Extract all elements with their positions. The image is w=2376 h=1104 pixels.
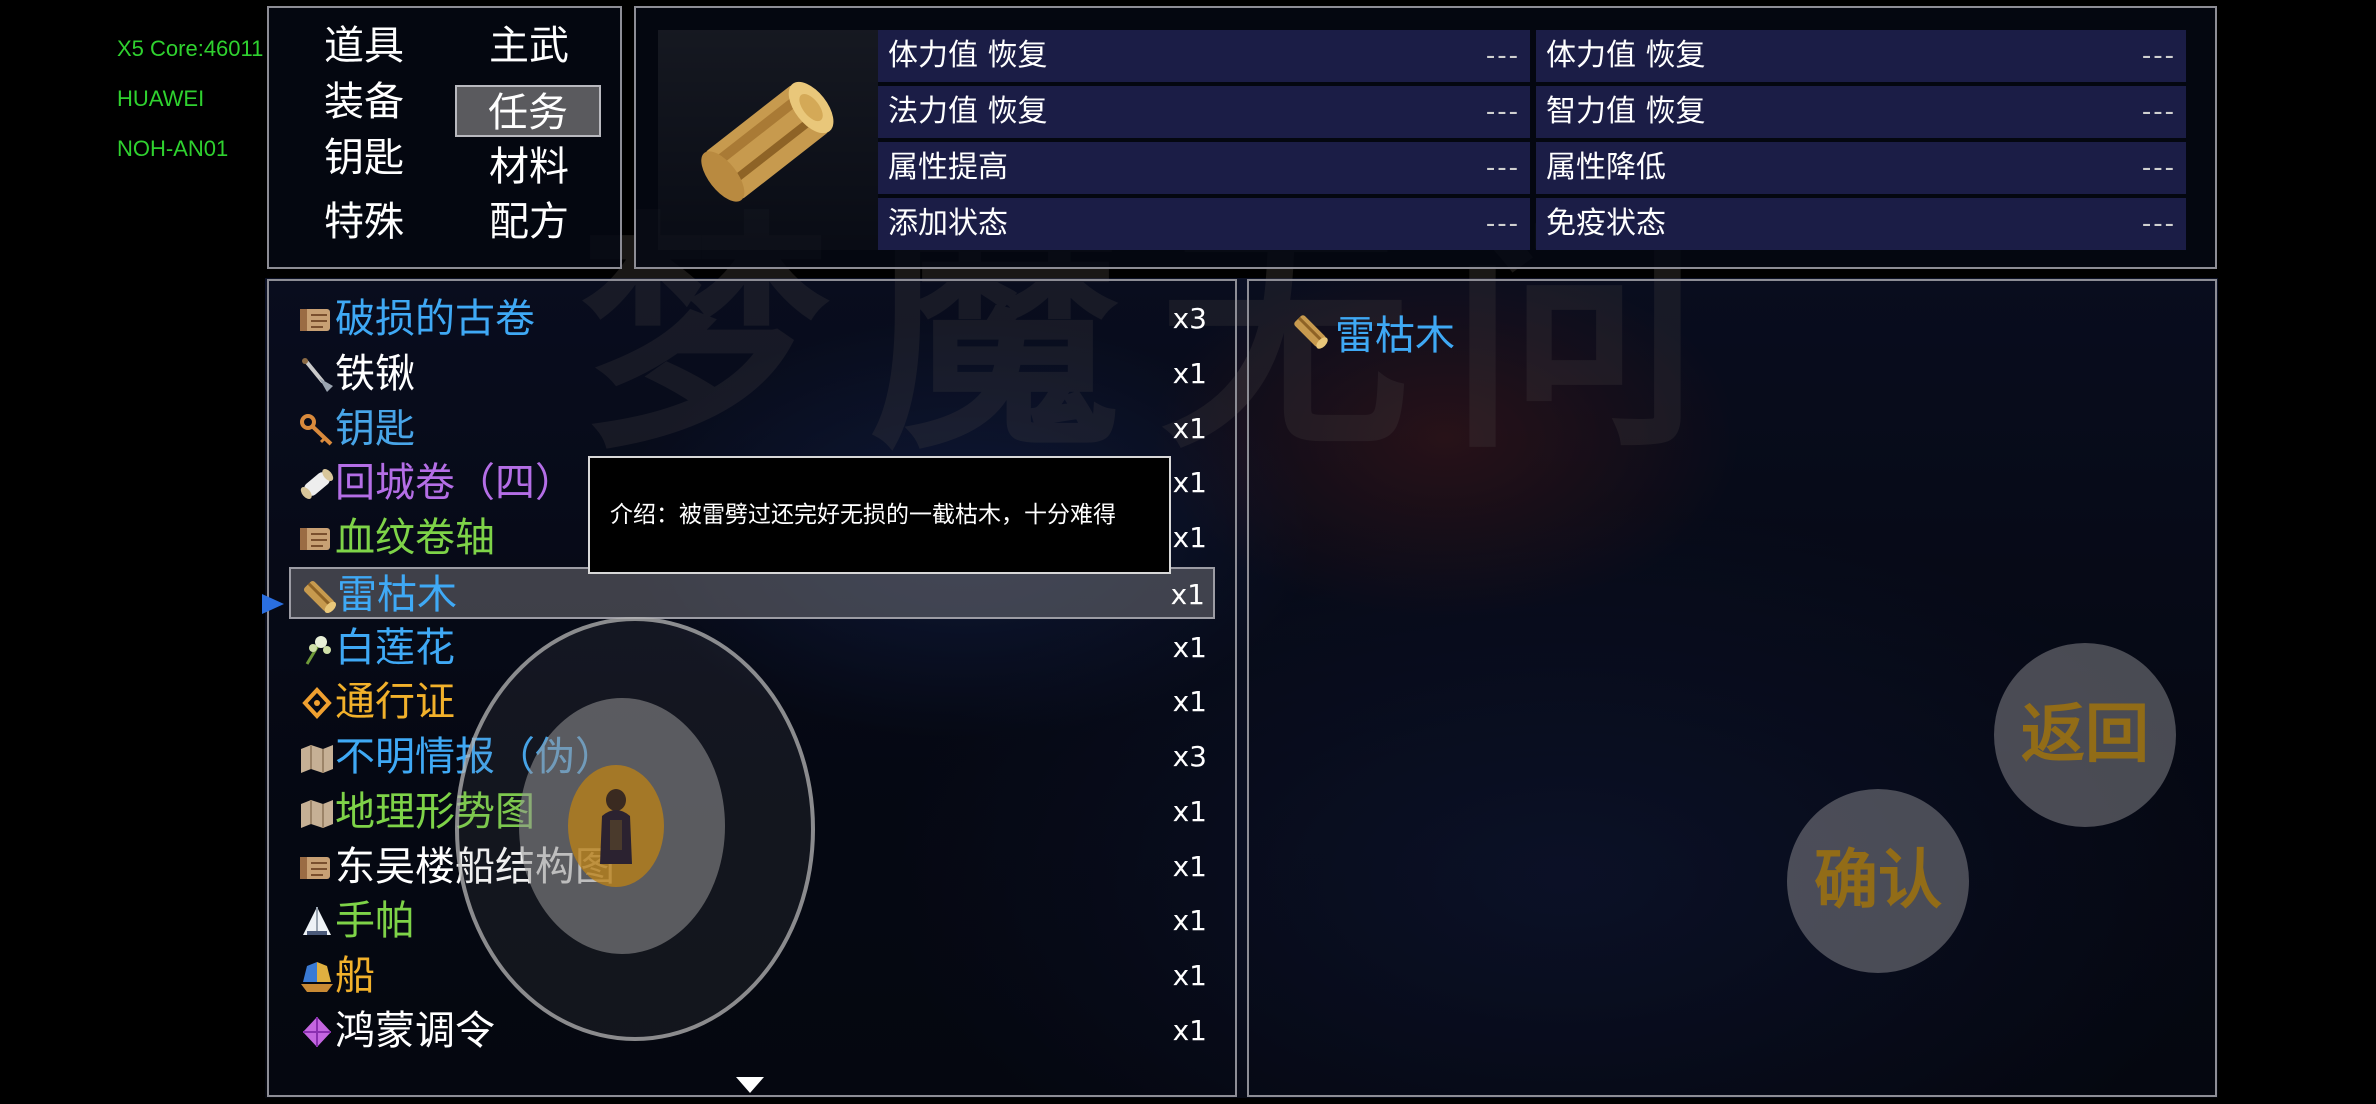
list-item[interactable]: 雷枯木 x1 [289, 566, 1215, 619]
attr-int-recover: 智力值 恢复 --- [1536, 86, 2186, 138]
item-name: 破损的古卷 [335, 296, 535, 342]
tab-equipment[interactable]: 装备 [291, 76, 437, 128]
item-quantity: x1 [1172, 411, 1207, 445]
attr-value: --- [2141, 97, 2176, 127]
list-item[interactable]: 白莲花 x1 [289, 622, 1215, 674]
item-name: 雷枯木 [337, 571, 457, 618]
item-quantity: x1 [1172, 685, 1207, 719]
list-item[interactable]: 鸿蒙调令 x1 [289, 1005, 1215, 1057]
tab-keys[interactable]: 钥匙 [291, 132, 437, 184]
debug-model: NOH-AN01 [117, 136, 229, 161]
selected-item-large-icon [658, 30, 878, 250]
item-name: 白莲花 [335, 624, 455, 671]
item-quantity: x1 [1172, 849, 1207, 883]
selection-arrow-icon [262, 594, 284, 614]
attr-value: --- [1485, 209, 1520, 239]
confirm-button[interactable]: 确认 [1787, 789, 1969, 973]
item-name: 回城卷（四） [335, 460, 575, 507]
attr-value: --- [2141, 153, 2176, 183]
log-icon [1294, 315, 1328, 349]
item-description-tooltip: 介绍：被雷劈过还完好无损的一截枯木，十分难得 [588, 456, 1171, 574]
ship-icon [297, 958, 337, 996]
item-quantity: x1 [1172, 630, 1207, 664]
item-attributes-panel: 体力值 恢复 --- 体力值 恢复 --- 法力值 恢复 --- 智力值 恢复 … [634, 6, 2217, 269]
attr-value: --- [1485, 97, 1520, 127]
item-quantity: x3 [1172, 302, 1207, 335]
attr-value: --- [1485, 41, 1520, 71]
character-avatar-icon [600, 789, 632, 864]
map-icon [297, 794, 337, 832]
item-quantity: x1 [1172, 959, 1207, 992]
attr-label: 免疫状态 [1546, 206, 1666, 241]
tab-recipes[interactable]: 配方 [456, 196, 602, 248]
item-name: 船 [335, 953, 375, 999]
log-icon [299, 577, 339, 615]
attr-value: --- [2141, 41, 2176, 71]
list-item[interactable]: 破损的古卷 x3 [289, 293, 1215, 345]
item-name: 手帕 [335, 898, 415, 945]
attr-hp-recover-2: 体力值 恢复 --- [1536, 30, 2186, 82]
map-icon [297, 739, 337, 777]
item-quantity: x1 [1172, 466, 1207, 500]
item-name: 血纹卷轴 [335, 515, 495, 561]
back-button[interactable]: 返回 [1994, 643, 2176, 827]
scroll-icon [297, 849, 337, 887]
attr-label: 属性提高 [888, 150, 1008, 185]
attr-immune-status: 免疫状态 --- [1536, 198, 2186, 250]
shovel-icon [297, 356, 337, 394]
detail-item-name: 雷枯木 [1335, 313, 1455, 359]
item-name: 鸿蒙调令 [335, 1007, 495, 1054]
handkerchief-icon [297, 903, 337, 941]
item-name: 钥匙 [335, 405, 415, 452]
item-name: 通行证 [335, 679, 455, 726]
attr-stat-up: 属性提高 --- [878, 142, 1530, 194]
list-item[interactable]: 铁锹 x1 [289, 348, 1215, 400]
tab-items[interactable]: 道具 [291, 20, 437, 72]
list-item[interactable]: 钥匙 x1 [289, 403, 1215, 455]
attr-label: 添加状态 [888, 206, 1008, 241]
item-quantity: x1 [1172, 794, 1207, 828]
tab-special[interactable]: 特殊 [291, 196, 437, 248]
attr-label: 体力值 恢复 [888, 38, 1048, 73]
debug-core: X5 Core:46011 [117, 36, 264, 61]
log-icon [701, 81, 834, 202]
scroll-icon [297, 520, 337, 558]
key-icon [297, 411, 337, 449]
debug-info: X5 Core:46011 HUAWEI NOH-AN01 [117, 24, 263, 174]
category-tabs: 道具 主武 装备 任务 钥匙 材料 特殊 配方 [267, 6, 622, 269]
attr-label: 智力值 恢复 [1546, 94, 1706, 129]
scroll-down-icon[interactable] [736, 1077, 764, 1093]
attr-label: 属性降低 [1546, 150, 1666, 185]
item-quantity: x1 [1172, 1013, 1207, 1047]
flower-icon [297, 630, 337, 668]
item-quantity: x1 [1172, 904, 1207, 938]
attr-hp-recover: 体力值 恢复 --- [878, 30, 1530, 82]
attr-add-status: 添加状态 --- [878, 198, 1530, 250]
tab-main-weapon[interactable]: 主武 [456, 20, 602, 72]
item-quantity: x3 [1172, 740, 1207, 773]
tab-materials[interactable]: 材料 [456, 141, 602, 193]
item-name: 铁锹 [335, 350, 415, 397]
pass-icon [297, 684, 337, 722]
item-quantity: x1 [1170, 577, 1205, 611]
attr-value: --- [1485, 153, 1520, 183]
item-quantity: x1 [1172, 356, 1207, 390]
attr-mp-recover: 法力值 恢复 --- [878, 86, 1530, 138]
scroll-icon [297, 301, 337, 339]
tab-quest[interactable]: 任务 [455, 85, 601, 137]
attr-label: 体力值 恢复 [1546, 38, 1706, 73]
attr-label: 法力值 恢复 [888, 94, 1048, 129]
rolled-scroll-icon [297, 465, 337, 503]
attr-value: --- [2141, 209, 2176, 239]
debug-brand: HUAWEI [117, 86, 205, 111]
gem-icon [297, 1013, 337, 1051]
attr-stat-down: 属性降低 --- [1536, 142, 2186, 194]
item-quantity: x1 [1172, 521, 1207, 554]
